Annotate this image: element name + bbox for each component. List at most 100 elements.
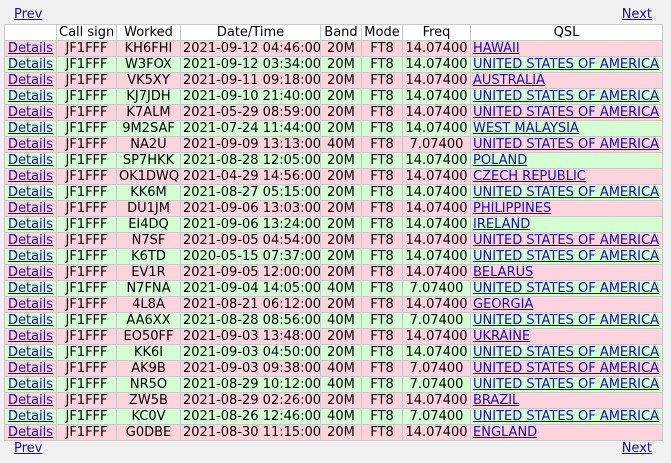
details-link[interactable]: Details (8, 218, 53, 232)
details-link[interactable]: Details (8, 410, 53, 424)
qsl-country-link[interactable]: UNITED STATES OF AMERICA (473, 346, 659, 360)
next-link-bottom[interactable]: Next (622, 441, 652, 457)
qsl-country-link[interactable]: UNITED STATES OF AMERICA (473, 138, 659, 152)
call-sign-cell: JF1FFF (56, 312, 117, 329)
band-cell: 20M (320, 264, 362, 281)
details-link[interactable]: Details (8, 362, 53, 376)
details-link[interactable]: Details (8, 378, 53, 392)
details-link[interactable]: Details (8, 154, 53, 168)
qsl-country-link[interactable]: UNITED STATES OF AMERICA (473, 234, 659, 248)
freq-cell: 14.07400 (402, 216, 471, 233)
worked-cell: NA2U (116, 136, 181, 153)
mode-cell: FT8 (361, 216, 403, 233)
worked-cell: W3FOX (116, 56, 181, 73)
mode-cell: FT8 (361, 136, 403, 153)
details-cell: Details (4, 360, 57, 377)
details-link[interactable]: Details (8, 346, 53, 360)
details-cell: Details (4, 168, 57, 185)
prev-link[interactable]: Prev (14, 7, 42, 23)
details-link[interactable]: Details (8, 266, 53, 280)
freq-cell: 14.07400 (402, 264, 471, 281)
details-link[interactable]: Details (8, 282, 53, 296)
details-link[interactable]: Details (8, 74, 53, 88)
details-link[interactable]: Details (8, 90, 53, 104)
column-header-band: Band (320, 24, 362, 41)
band-cell: 40M (320, 376, 362, 393)
qsl-country-link[interactable]: BRAZIL (473, 394, 519, 408)
date-time-cell: 2021-05-29 08:59:00 (180, 104, 321, 121)
details-link[interactable]: Details (8, 298, 53, 312)
qsl-country-link[interactable]: UNITED STATES OF AMERICA (473, 106, 659, 120)
freq-cell: 7.07400 (402, 376, 471, 393)
details-link[interactable]: Details (8, 426, 53, 440)
details-link[interactable]: Details (8, 138, 53, 152)
qsl-country-link[interactable]: UNITED STATES OF AMERICA (473, 186, 659, 200)
freq-cell: 14.07400 (402, 120, 471, 137)
date-time-cell: 2021-09-04 14:05:00 (180, 280, 321, 297)
top-pagination: Prev Next (4, 7, 662, 23)
qsl-country-link[interactable]: UNITED STATES OF AMERICA (473, 58, 659, 72)
freq-cell: 14.07400 (402, 424, 471, 441)
details-link[interactable]: Details (8, 250, 53, 264)
details-link[interactable]: Details (8, 42, 53, 56)
qsl-country-cell: WEST MALAYSIA (470, 120, 663, 137)
mode-cell: FT8 (361, 168, 403, 185)
qsl-country-link[interactable]: UNITED STATES OF AMERICA (473, 250, 659, 264)
worked-cell: VK5XY (116, 72, 181, 89)
band-cell: 20M (320, 424, 362, 441)
details-link[interactable]: Details (8, 106, 53, 120)
band-cell: 20M (320, 104, 362, 121)
call-sign-cell: JF1FFF (56, 40, 117, 57)
table-row: Details JF1FFF N7SF 2021-09-05 04:54:00 20M F… (4, 232, 663, 249)
qsl-country-link[interactable]: PHILIPPINES (473, 202, 551, 216)
date-time-cell: 2021-09-03 13:48:00 (180, 328, 321, 345)
qsl-country-link[interactable]: IRELAND (473, 218, 530, 232)
details-link[interactable]: Details (8, 202, 53, 216)
qsl-country-link[interactable]: UNITED STATES OF AMERICA (473, 282, 659, 296)
call-sign-cell: JF1FFF (56, 424, 117, 441)
details-link[interactable]: Details (8, 234, 53, 248)
details-link[interactable]: Details (8, 122, 53, 136)
qsl-country-link[interactable]: POLAND (473, 154, 527, 168)
qsl-country-link[interactable]: HAWAII (473, 42, 520, 56)
qsl-country-link[interactable]: UKRAINE (473, 330, 530, 344)
table-row: Details JF1FFF G0DBE 2021-08-30 11:15:00 20M… (4, 424, 663, 441)
next-link[interactable]: Next (622, 7, 652, 23)
call-sign-cell: JF1FFF (56, 360, 117, 377)
qsl-country-link[interactable]: GEORGIA (473, 298, 533, 312)
qsl-country-link[interactable]: BELARUS (473, 266, 533, 280)
date-time-cell: 2021-09-06 13:24:00 (180, 216, 321, 233)
table-row: Details JF1FFF 4L8A 2021-08-21 06:12:00 20M F… (4, 296, 663, 313)
qsl-country-link[interactable]: UNITED STATES OF AMERICA (473, 90, 659, 104)
details-link[interactable]: Details (8, 170, 53, 184)
qsl-country-link[interactable]: UNITED STATES OF AMERICA (473, 378, 659, 392)
qsl-country-link[interactable]: UNITED STATES OF AMERICA (473, 314, 659, 328)
details-link[interactable]: Details (8, 394, 53, 408)
details-link[interactable]: Details (8, 330, 53, 344)
band-cell: 20M (320, 200, 362, 217)
worked-cell: EO50FF (116, 328, 181, 345)
date-time-cell: 2021-09-06 13:03:00 (180, 200, 321, 217)
band-cell: 20M (320, 72, 362, 89)
prev-link-bottom[interactable]: Prev (14, 441, 42, 457)
band-cell: 20M (320, 248, 362, 265)
details-link[interactable]: Details (8, 314, 53, 328)
mode-cell: FT8 (361, 152, 403, 169)
call-sign-cell: JF1FFF (56, 232, 117, 249)
qsl-country-link[interactable]: UNITED STATES OF AMERICA (473, 362, 659, 376)
details-link[interactable]: Details (8, 186, 53, 200)
qsl-country-cell: BELARUS (470, 264, 663, 281)
qsl-country-link[interactable]: AUSTRALIA (473, 74, 545, 88)
qsl-country-link[interactable]: UNITED STATES OF AMERICA (473, 410, 659, 424)
qsl-country-link[interactable]: CZECH REPUBLIC (473, 170, 586, 184)
details-cell: Details (4, 312, 57, 329)
freq-cell: 7.07400 (402, 136, 471, 153)
qsl-country-link[interactable]: WEST MALAYSIA (473, 122, 579, 136)
table-body: Details JF1FFF KH6FHI 2021-09-12 04:46:00 20… (4, 40, 663, 441)
qsl-country-link[interactable]: ENGLAND (473, 426, 537, 440)
call-sign-cell: JF1FFF (56, 248, 117, 265)
details-link[interactable]: Details (8, 58, 53, 72)
qsl-country-cell: UNITED STATES OF AMERICA (470, 248, 663, 265)
worked-cell: N7SF (116, 232, 181, 249)
band-cell: 20M (320, 232, 362, 249)
